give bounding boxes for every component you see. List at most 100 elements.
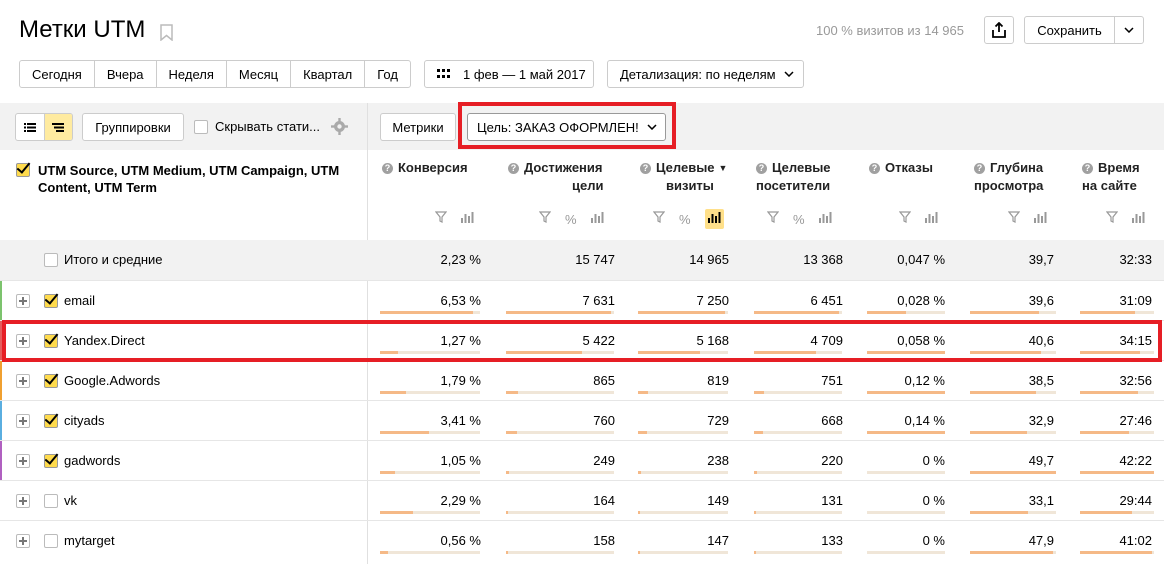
date-range-button[interactable]: 1 фев — 1 май 2017 (424, 60, 594, 88)
expand-button[interactable] (16, 534, 30, 548)
save-dropdown-button[interactable] (1115, 17, 1143, 43)
table-row[interactable]: Google.Adwords 1,79 % 865 819 751 0,12 % 38,5 3… (0, 360, 1164, 401)
column-controls (898, 210, 938, 228)
percent-icon[interactable]: % (679, 212, 691, 227)
series-color-marker (0, 281, 2, 321)
period-quarter[interactable]: Квартал (291, 61, 366, 87)
column-bars-button[interactable] (818, 210, 832, 228)
column-filter-button[interactable] (1007, 210, 1021, 228)
value-bar-fill (380, 431, 429, 434)
row-value: 3,41 % (440, 413, 481, 428)
column-title-line1: Отказы (885, 160, 933, 175)
percent-icon[interactable]: % (793, 212, 805, 227)
expand-button[interactable] (16, 494, 30, 508)
share-button[interactable] (984, 16, 1014, 44)
column-title-line2: просмотра (974, 178, 1044, 193)
column-filter-button[interactable] (898, 210, 912, 228)
value-bar-fill (506, 311, 611, 314)
column-bars-button[interactable] (590, 210, 604, 228)
help-icon[interactable]: ? (756, 163, 767, 174)
value-bar (754, 391, 842, 394)
hide-stats-checkbox[interactable] (194, 119, 208, 134)
tree-view-button[interactable] (43, 114, 72, 140)
value-bar-fill (380, 311, 473, 314)
column-header-6[interactable]: ? Время на сайте (1082, 159, 1140, 195)
total-checkbox[interactable] (44, 253, 58, 267)
column-header-3[interactable]: ? Целевые посетители (756, 159, 831, 195)
groupings-button[interactable]: Группировки (82, 113, 184, 141)
row-value: 29:44 (1119, 493, 1152, 508)
help-icon[interactable]: ? (974, 163, 985, 174)
column-bars-button[interactable] (925, 210, 938, 228)
column-title-line1: Время (1098, 160, 1140, 175)
column-title-line2: цели (572, 178, 604, 193)
expand-button[interactable] (16, 294, 30, 308)
help-icon[interactable]: ? (869, 163, 880, 174)
hide-stats-toggle[interactable]: Скрывать стати... (194, 119, 320, 134)
help-icon[interactable]: ? (382, 163, 393, 174)
help-icon[interactable]: ? (1082, 163, 1093, 174)
select-all-checkbox[interactable] (16, 163, 30, 177)
row-checkbox[interactable] (44, 494, 58, 508)
save-button[interactable]: Сохранить (1025, 17, 1115, 43)
period-selector: Сегодня Вчера Неделя Месяц Квартал Год (19, 60, 411, 88)
column-controls: % (652, 209, 724, 229)
help-icon[interactable]: ? (508, 163, 519, 174)
column-bars-button[interactable] (1132, 210, 1145, 228)
table-row[interactable]: vk 2,29 % 164 149 131 0 % 33,1 29:44 (0, 480, 1164, 520)
value-bar (970, 311, 1056, 314)
column-header-1[interactable]: ? Достижения цели (508, 159, 603, 195)
column-bars-button[interactable] (704, 209, 724, 229)
period-month[interactable]: Месяц (227, 61, 292, 87)
row-checkbox[interactable] (44, 374, 58, 388)
column-header-0[interactable]: ? Конверсия (382, 159, 468, 195)
value-bar-fill (970, 511, 1028, 514)
row-value: 0,14 % (904, 413, 945, 428)
column-header-4[interactable]: ? Отказы (869, 159, 933, 195)
column-header-2[interactable]: ? Целевые ▼ визиты (640, 159, 727, 195)
table-row[interactable]: cityads 3,41 % 760 729 668 0,14 % 32,9 27:46 (0, 400, 1164, 441)
list-view-button[interactable] (16, 114, 44, 140)
metrics-button[interactable]: Метрики (380, 113, 456, 141)
column-bars-button[interactable] (1034, 210, 1047, 228)
row-value: 27:46 (1119, 413, 1152, 428)
row-checkbox[interactable] (44, 414, 58, 428)
column-filter-button[interactable] (538, 210, 552, 228)
period-year[interactable]: Год (365, 61, 410, 87)
period-yesterday[interactable]: Вчера (95, 61, 157, 87)
help-icon[interactable]: ? (640, 163, 651, 174)
expand-button[interactable] (16, 414, 30, 428)
expand-button[interactable] (16, 454, 30, 468)
visits-summary: 100 % визитов из 14 965 (815, 23, 964, 38)
table-row[interactable]: gadwords 1,05 % 249 238 220 0 % 49,7 42:22 (0, 440, 1164, 481)
percent-icon[interactable]: % (565, 212, 577, 227)
table-row[interactable]: mytarget 0,56 % 158 147 133 0 % 47,9 41:02 (0, 520, 1164, 560)
column-filter-button[interactable] (434, 210, 448, 228)
detail-dropdown[interactable]: Детализация: по неделям (607, 60, 804, 88)
series-color-marker (0, 441, 2, 481)
row-checkbox[interactable] (44, 454, 58, 468)
bookmark-icon[interactable] (160, 24, 173, 41)
share-icon (992, 22, 1006, 38)
column-bars-button[interactable] (461, 210, 474, 228)
row-checkbox[interactable] (44, 534, 58, 548)
bar-chart-icon (590, 212, 604, 223)
expand-button[interactable] (16, 374, 30, 388)
column-filter-button[interactable] (766, 210, 780, 228)
table-row[interactable]: email 6,53 % 7 631 7 250 6 451 0,028 % 39,6 31:… (0, 280, 1164, 321)
column-filter-button[interactable] (652, 210, 666, 228)
period-week[interactable]: Неделя (157, 61, 227, 87)
total-value: 39,7 (1028, 252, 1054, 267)
filter-icon (1007, 211, 1021, 223)
series-color-marker (0, 401, 2, 441)
value-bar (867, 431, 945, 434)
value-bar-fill (754, 551, 756, 554)
total-row: Итого и средние 2,23 % 15 747 14 965 13 368 0… (0, 240, 1164, 280)
row-checkbox[interactable] (44, 294, 58, 308)
value-bar-fill (1080, 431, 1129, 434)
period-today[interactable]: Сегодня (20, 61, 95, 87)
column-filter-button[interactable] (1105, 210, 1119, 228)
gear-icon[interactable] (331, 118, 348, 135)
save-button-group[interactable]: Сохранить (1024, 16, 1144, 44)
column-header-5[interactable]: ? Глубина просмотра (974, 159, 1043, 195)
